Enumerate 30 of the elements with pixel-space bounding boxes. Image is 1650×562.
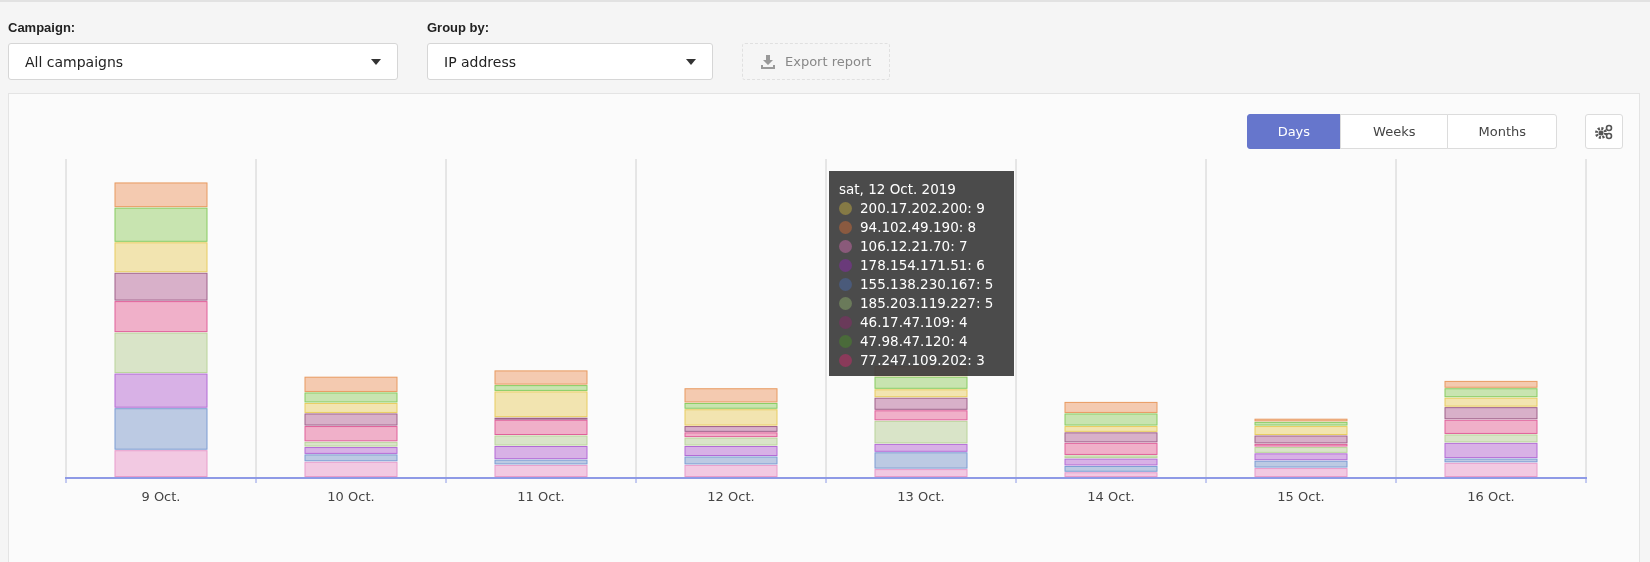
settings-icon xyxy=(1595,123,1613,140)
axis-label: 15 Oct. xyxy=(1277,489,1325,504)
axis-label: 12 Oct. xyxy=(707,489,755,504)
tooltip-entry: 94.102.49.190: 8 xyxy=(860,219,977,235)
axis-label: 13 Oct. xyxy=(897,489,945,504)
tooltip-entry: 77.247.109.202: 3 xyxy=(860,352,985,368)
caret-icon xyxy=(686,58,696,65)
field-label: Group by: xyxy=(427,20,491,35)
settings-button[interactable] xyxy=(1585,114,1623,149)
period-tab[interactable]: Months xyxy=(1447,114,1557,149)
tooltip-entry: 185.203.119.227: 5 xyxy=(860,295,994,311)
field-label: Campaign: xyxy=(8,20,77,35)
axis-label: 14 Oct. xyxy=(1087,489,1135,504)
period-tab[interactable]: Weeks xyxy=(1340,114,1449,149)
tooltip-entry: 47.98.47.120: 4 xyxy=(860,333,968,349)
axis-label: 10 Oct. xyxy=(327,489,375,504)
period-tab[interactable]: Days xyxy=(1246,114,1342,149)
dropdown-select[interactable]: All campaigns xyxy=(8,43,398,80)
tooltip-entry: 155.138.230.167: 5 xyxy=(860,276,994,292)
download-icon xyxy=(761,54,775,69)
tooltip-title: sat, 12 Oct. 2019 xyxy=(839,181,957,197)
tooltip-entry: 200.17.202.200: 9 xyxy=(860,200,985,216)
axis-label: 11 Oct. xyxy=(517,489,565,504)
dropdown-select[interactable]: IP address xyxy=(427,43,713,80)
tooltip-entry: 46.17.47.109: 4 xyxy=(860,314,968,330)
axis-label: 9 Oct. xyxy=(141,489,181,504)
tooltip-entry: 106.12.21.70: 7 xyxy=(860,238,968,254)
tooltip-entry: 178.154.171.51: 6 xyxy=(860,257,985,273)
caret-icon xyxy=(371,58,381,65)
axis-label: 16 Oct. xyxy=(1467,489,1515,504)
